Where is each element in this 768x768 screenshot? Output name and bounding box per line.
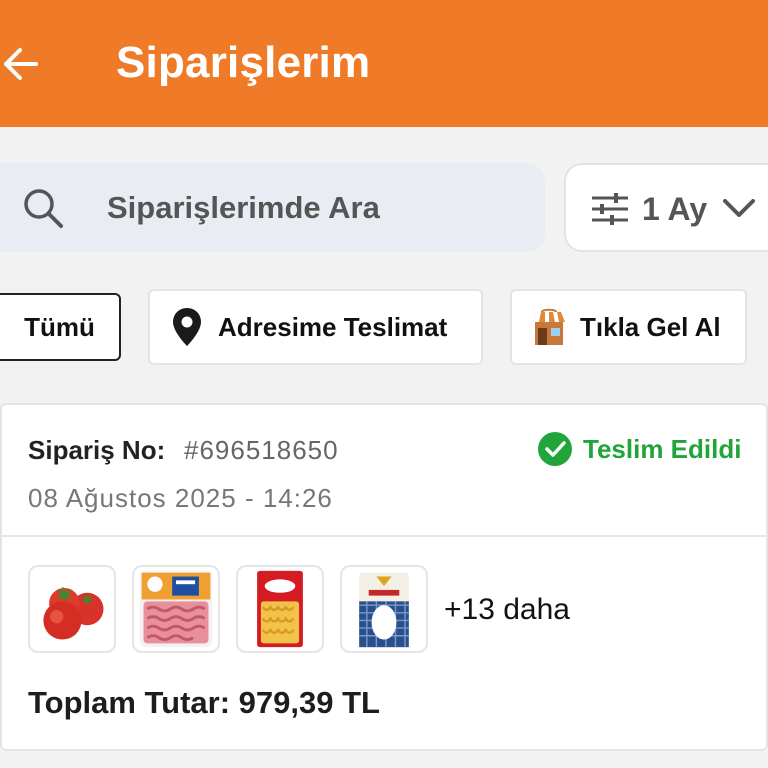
more-items-link[interactable]: +13 daha <box>444 593 570 627</box>
app-header: Siparişlerim <box>0 0 768 127</box>
order-number-label: Sipariş No: <box>28 435 166 465</box>
location-pin-icon <box>173 308 201 346</box>
filter-chip-home-delivery[interactable]: Adresime Teslimat <box>148 289 483 365</box>
product-thumbnail-pasta[interactable] <box>236 565 324 653</box>
check-circle-icon <box>538 432 572 466</box>
product-thumbnail-rice[interactable] <box>340 565 428 653</box>
rice-product <box>359 572 409 648</box>
period-filter-button[interactable]: 1 Ay <box>564 163 768 252</box>
page-title: Siparişlerim <box>116 38 371 87</box>
filter-chip-label: Tümü <box>24 311 95 342</box>
store-icon <box>533 308 565 345</box>
tomato-product <box>43 586 104 640</box>
card-divider <box>2 535 768 537</box>
minced-meat-product <box>139 570 213 648</box>
back-button[interactable] <box>0 40 44 88</box>
product-thumbnail-minced-meat[interactable] <box>132 565 220 653</box>
period-filter-label: 1 Ay <box>642 191 708 227</box>
search-input[interactable] <box>107 183 507 233</box>
arrow-left-icon <box>4 48 38 80</box>
order-date: 08 Ağustos 2025 - 14:26 <box>28 483 333 513</box>
search-icon <box>24 189 63 228</box>
filiz-pasta-product <box>257 570 303 648</box>
order-number: #696518650 <box>184 435 339 465</box>
search-box[interactable] <box>0 163 545 252</box>
filter-chip-label: Tıkla Gel Al <box>580 311 721 342</box>
chevron-down-icon <box>723 199 755 217</box>
order-status-label: Teslim Edildi <box>583 433 742 464</box>
order-status: Teslim Edildi <box>537 431 741 467</box>
filter-chip-all[interactable]: Tümü <box>0 293 121 361</box>
filter-sliders-icon <box>592 193 628 225</box>
order-card[interactable]: Sipariş No: #696518650 08 Ağustos 2025 -… <box>0 403 768 751</box>
product-thumbnail-tomato[interactable] <box>28 565 116 653</box>
filter-chip-label: Adresime Teslimat <box>218 311 448 342</box>
order-total: Toplam Tutar: 979,39 TL <box>28 685 380 720</box>
filter-chip-click-collect[interactable]: Tıkla Gel Al <box>510 289 747 365</box>
